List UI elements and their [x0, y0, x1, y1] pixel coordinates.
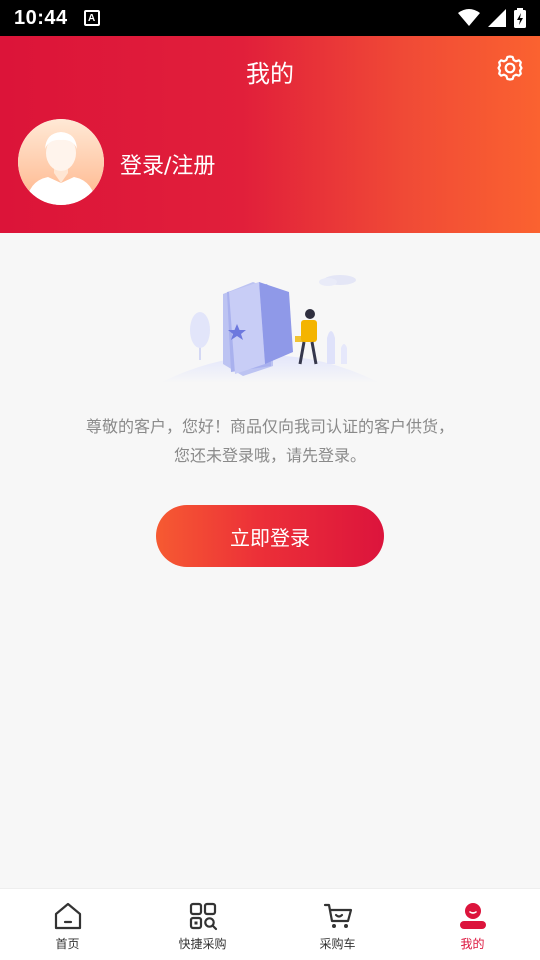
status-icons [458, 8, 526, 28]
home-icon [54, 902, 81, 930]
tab-quick-purchase[interactable]: 快捷采购 [135, 889, 270, 960]
login-register-link[interactable]: 登录/注册 [120, 148, 215, 180]
notification-badge: A [83, 10, 100, 26]
status-bar: 10:44 A [0, 0, 540, 36]
status-time: 10:44 [14, 6, 68, 29]
default-avatar-icon [18, 119, 104, 205]
cart-icon [323, 903, 352, 928]
gear-icon [497, 55, 523, 81]
tab-home[interactable]: 首页 [0, 889, 135, 960]
page-title: 我的 [246, 60, 294, 88]
quick-purchase-icon [189, 902, 217, 931]
profile-header: 我的 登录/注册 [0, 36, 540, 233]
empty-state-illustration [155, 268, 385, 388]
avatar[interactable] [18, 119, 104, 205]
wifi-icon [458, 9, 480, 26]
tab-quick-purchase-label: 快捷采购 [178, 937, 227, 951]
tab-profile[interactable]: 我的 [405, 889, 540, 960]
login-required-notice: 尊敬的客户，您好！商品仅向我司认证的客户供货，您还未登录哦，请先登录。 [85, 417, 454, 465]
bottom-tab-bar: 首页 快捷采购 采购车 我的 [0, 888, 540, 960]
login-now-button[interactable]: 立即登录 [156, 505, 384, 567]
settings-button[interactable] [496, 54, 524, 82]
tab-profile-label: 我的 [460, 937, 485, 951]
profile-icon [459, 903, 486, 929]
signal-icon [488, 9, 506, 27]
tab-cart[interactable]: 采购车 [270, 889, 405, 960]
battery-icon [514, 8, 526, 28]
tab-home-label: 首页 [55, 937, 80, 951]
tab-cart-label: 采购车 [319, 937, 356, 951]
